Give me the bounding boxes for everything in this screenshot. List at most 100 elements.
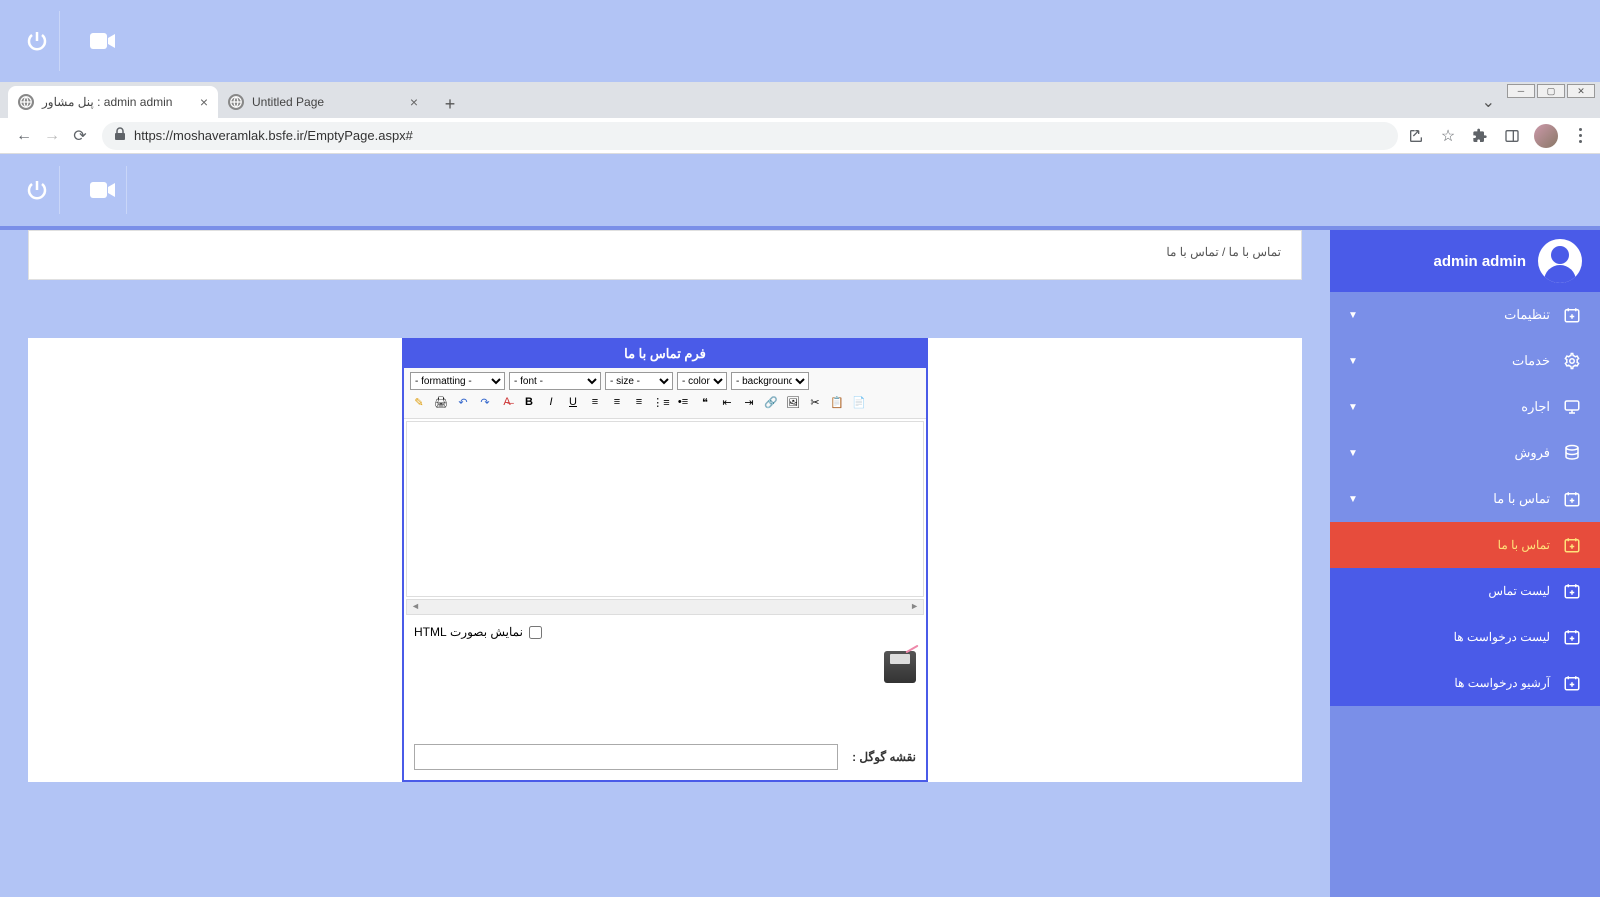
html-checkbox[interactable]	[529, 626, 542, 639]
html-toggle-row: نمایش بصورت HTML	[404, 619, 926, 645]
browser-tab-2[interactable]: Untitled Page ×	[218, 86, 428, 118]
cut-icon[interactable]: ✂	[806, 393, 824, 411]
sidebar-item-rent[interactable]: اجاره ▼	[1330, 384, 1600, 430]
format-select[interactable]: - formatting -	[410, 372, 505, 390]
window-maximize[interactable]: ▢	[1537, 84, 1565, 98]
sidebar-item-settings[interactable]: تنظیمات ▼	[1330, 292, 1600, 338]
calendar-plus-icon	[1562, 628, 1582, 646]
print-icon[interactable]: 🖨	[432, 393, 450, 411]
power-icon[interactable]	[15, 166, 60, 214]
browser-menu[interactable]	[1570, 126, 1590, 146]
bold-icon[interactable]: B	[520, 393, 538, 411]
editor-textarea[interactable]	[406, 421, 924, 597]
sidebar-item-label: تنظیمات	[1370, 307, 1550, 323]
content-area: تماس با ما / تماس با ما فرم تماس با ما -…	[0, 230, 1330, 897]
extensions-icon[interactable]	[1470, 126, 1490, 146]
close-icon[interactable]: ×	[200, 94, 208, 110]
image-icon[interactable]: 🖼	[784, 393, 802, 411]
reload-button[interactable]: ⟳	[66, 122, 94, 150]
back-button[interactable]: ←	[10, 122, 38, 150]
indent-icon[interactable]: ⇥	[740, 393, 758, 411]
sidebar-item-label: اجاره	[1370, 399, 1550, 415]
globe-icon	[228, 94, 244, 110]
undo-icon[interactable]: ↶	[454, 393, 472, 411]
clear-format-icon[interactable]: ✎	[410, 393, 428, 411]
editor-toolbar: - formatting - - font - - size - - color…	[404, 368, 926, 419]
google-map-row: نقشه گوگل :	[404, 734, 926, 780]
page-top-bar	[0, 154, 1600, 226]
chevron-down-icon: ▼	[1348, 494, 1358, 505]
window-close[interactable]: ✕	[1567, 84, 1595, 98]
window-minimize[interactable]: ─	[1507, 84, 1535, 98]
url-field[interactable]: https://moshaveramlak.bsfe.ir/EmptyPage.…	[102, 122, 1398, 150]
submenu-item-label: لیست درخواست ها	[1348, 630, 1550, 644]
remove-format-icon[interactable]: A̶	[498, 393, 516, 411]
unordered-list-icon[interactable]: •≡	[674, 393, 692, 411]
tab-title: Untitled Page	[252, 95, 324, 109]
url-text: https://moshaveramlak.bsfe.ir/EmptyPage.…	[134, 128, 413, 143]
size-select[interactable]: - size -	[605, 372, 673, 390]
submenu-item-contact-us[interactable]: تماس با ما	[1330, 522, 1600, 568]
copy-icon[interactable]: 📋	[828, 393, 846, 411]
align-center-icon[interactable]: ≡	[608, 393, 626, 411]
tab-list-dropdown[interactable]: ⌄	[1482, 92, 1495, 112]
save-button[interactable]	[884, 651, 916, 683]
user-name: admin admin	[1433, 253, 1526, 270]
sidebar-submenu: تماس با ما لیست تماس لیست درخواست ها آرش…	[1330, 522, 1600, 706]
submenu-item-label: آرشیو درخواست ها	[1348, 676, 1550, 690]
redo-icon[interactable]: ↷	[476, 393, 494, 411]
share-icon[interactable]	[1406, 126, 1426, 146]
star-icon[interactable]: ☆	[1438, 126, 1458, 146]
gear-icon	[1562, 352, 1582, 370]
browser-tab-strip: ─ ▢ ✕ پنل مشاور : admin admin × Untitled…	[0, 82, 1600, 118]
globe-icon	[18, 94, 34, 110]
sidebar-user: admin admin	[1330, 230, 1600, 292]
forward-button[interactable]: →	[38, 122, 66, 150]
sidebar: admin admin تنظیمات ▼ خدمات ▼ اجاره ▼	[1330, 230, 1600, 897]
quote-icon[interactable]: ❝	[696, 393, 714, 411]
outdent-icon[interactable]: ⇤	[718, 393, 736, 411]
underline-icon[interactable]: U	[564, 393, 582, 411]
video-icon[interactable]	[80, 11, 126, 71]
close-icon[interactable]: ×	[410, 94, 418, 110]
calendar-plus-icon	[1562, 582, 1582, 600]
calendar-plus-icon	[1562, 536, 1582, 554]
sidebar-item-label: فروش	[1370, 445, 1550, 461]
chevron-down-icon: ▼	[1348, 402, 1358, 413]
map-label: نقشه گوگل :	[852, 750, 916, 764]
monitor-icon	[1562, 398, 1582, 416]
editor-scrollbar[interactable]	[406, 599, 924, 615]
link-icon[interactable]: 🔗	[762, 393, 780, 411]
breadcrumb: تماس با ما / تماس با ما	[49, 245, 1281, 259]
sidebar-item-sale[interactable]: فروش ▼	[1330, 430, 1600, 476]
lock-icon	[114, 127, 126, 144]
align-left-icon[interactable]: ≡	[586, 393, 604, 411]
submenu-item-request-archive[interactable]: آرشیو درخواست ها	[1330, 660, 1600, 706]
paste-icon[interactable]: 📄	[850, 393, 868, 411]
main-layout: admin admin تنظیمات ▼ خدمات ▼ اجاره ▼	[0, 230, 1600, 897]
submenu-item-contact-list[interactable]: لیست تماس	[1330, 568, 1600, 614]
breadcrumb-card: تماس با ما / تماس با ما	[28, 230, 1302, 280]
browser-tab-1[interactable]: پنل مشاور : admin admin ×	[8, 86, 218, 118]
sidebar-item-services[interactable]: خدمات ▼	[1330, 338, 1600, 384]
align-right-icon[interactable]: ≡	[630, 393, 648, 411]
power-icon[interactable]	[15, 11, 60, 71]
profile-avatar[interactable]	[1534, 124, 1558, 148]
chevron-down-icon: ▼	[1348, 448, 1358, 459]
color-select[interactable]: - color -	[677, 372, 727, 390]
chevron-down-icon: ▼	[1348, 310, 1358, 321]
font-select[interactable]: - font -	[509, 372, 601, 390]
google-map-input[interactable]	[414, 744, 838, 770]
ordered-list-icon[interactable]: ⋮≡	[652, 393, 670, 411]
sidepanel-icon[interactable]	[1502, 126, 1522, 146]
video-icon[interactable]	[80, 166, 127, 214]
italic-icon[interactable]: I	[542, 393, 560, 411]
submenu-item-request-list[interactable]: لیست درخواست ها	[1330, 614, 1600, 660]
form-container: فرم تماس با ما - formatting - - font - -…	[28, 338, 1302, 782]
new-tab-button[interactable]: +	[436, 90, 464, 118]
sidebar-item-contact[interactable]: تماس با ما ▼	[1330, 476, 1600, 522]
background-select[interactable]: - background -	[731, 372, 809, 390]
sidebar-item-label: خدمات	[1370, 353, 1550, 369]
chevron-down-icon: ▼	[1348, 356, 1358, 367]
submenu-item-label: تماس با ما	[1348, 538, 1550, 552]
